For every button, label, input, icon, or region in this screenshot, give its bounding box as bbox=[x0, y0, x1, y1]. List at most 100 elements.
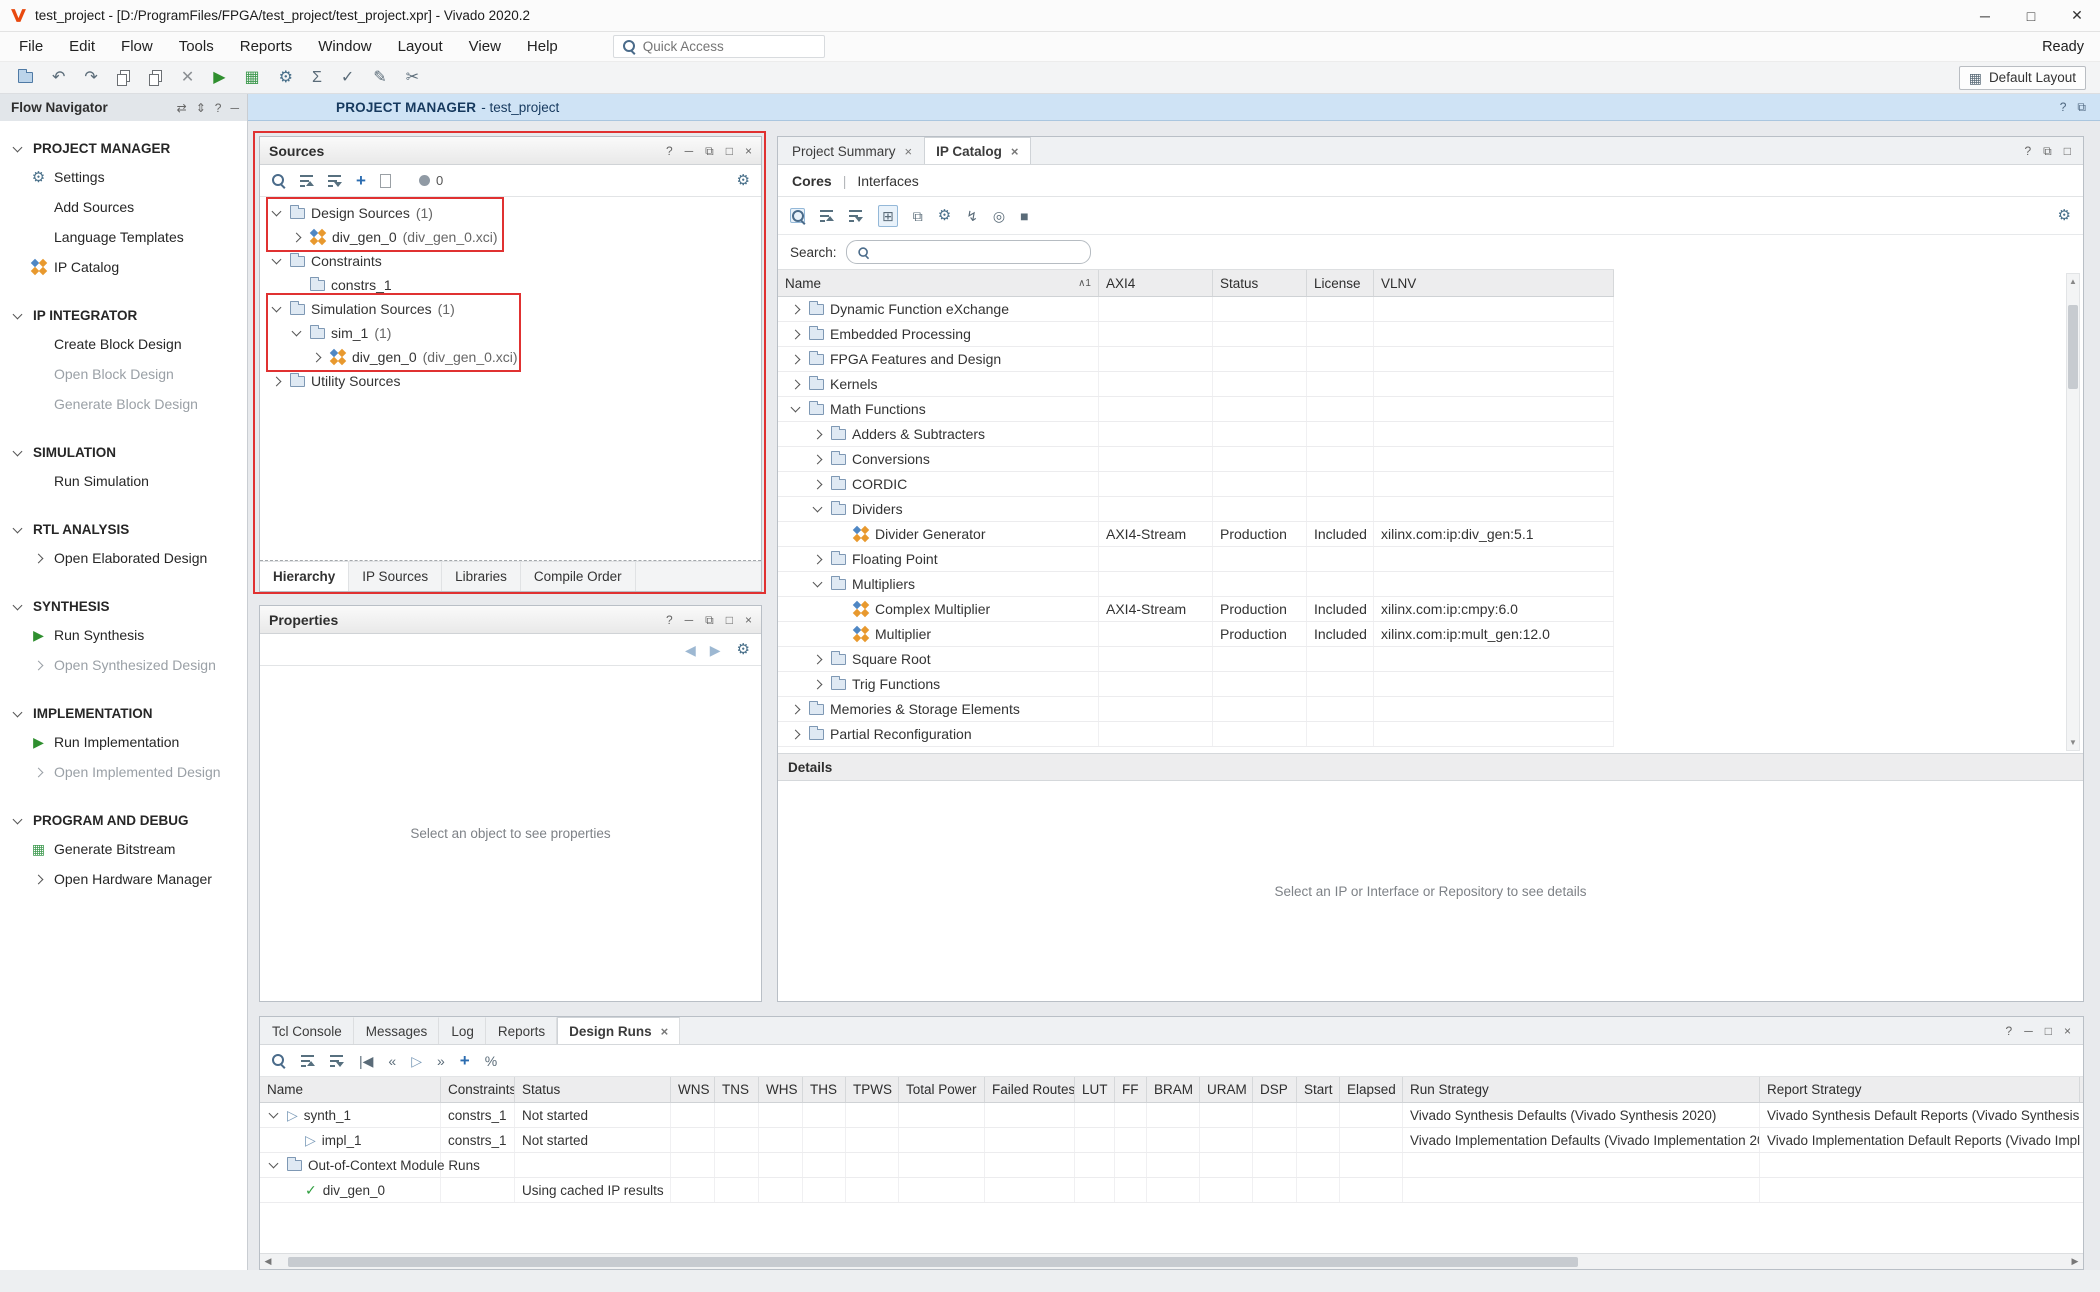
menu-window[interactable]: Window bbox=[305, 34, 384, 59]
float-icon[interactable]: ⧉ bbox=[2077, 101, 2086, 113]
column-header-name[interactable]: Name bbox=[260, 1077, 441, 1102]
step-forward-icon[interactable]: » bbox=[437, 1054, 445, 1068]
settings-icon[interactable]: ⚙ bbox=[279, 70, 293, 86]
maximize-icon[interactable]: □ bbox=[726, 145, 733, 157]
expand-icon[interactable] bbox=[788, 381, 803, 388]
tab-log[interactable]: Log bbox=[439, 1017, 486, 1044]
swap-icon[interactable]: ⇄ bbox=[177, 102, 187, 114]
scrollbar-thumb[interactable] bbox=[2068, 305, 2078, 389]
expand-icon[interactable] bbox=[810, 431, 825, 438]
minimize-button[interactable]: ─ bbox=[1962, 0, 2008, 31]
menu-tools[interactable]: Tools bbox=[166, 34, 227, 59]
column-header-whs[interactable]: WHS bbox=[759, 1077, 803, 1102]
maximize-icon[interactable]: □ bbox=[726, 614, 733, 626]
column-header-start[interactable]: Start bbox=[1297, 1077, 1340, 1102]
sources-tree-row-div-gen-0[interactable]: div_gen_0(div_gen_0.xci) bbox=[260, 225, 761, 249]
paste-icon[interactable] bbox=[149, 70, 162, 85]
menu-reports[interactable]: Reports bbox=[227, 34, 306, 59]
collapse-icon[interactable] bbox=[10, 528, 25, 532]
help-icon[interactable]: ? bbox=[2024, 145, 2031, 157]
expand-icon[interactable] bbox=[788, 356, 803, 363]
menu-layout[interactable]: Layout bbox=[385, 34, 456, 59]
menu-help[interactable]: Help bbox=[514, 34, 571, 59]
catalog-search-input[interactable] bbox=[877, 245, 1067, 260]
column-header-total-power[interactable]: Total Power bbox=[899, 1077, 985, 1102]
collapse-icon[interactable] bbox=[10, 314, 25, 318]
undo-icon[interactable]: ↶ bbox=[52, 70, 65, 86]
expand-icon[interactable] bbox=[788, 331, 803, 338]
flow-section-header-project-manager[interactable]: PROJECT MANAGER bbox=[0, 135, 247, 162]
catalog-row-square-root[interactable]: Square Root bbox=[778, 647, 1614, 672]
back-icon[interactable]: ◀ bbox=[685, 643, 696, 657]
quick-access-input[interactable] bbox=[643, 39, 793, 54]
delete-icon[interactable]: ✕ bbox=[181, 70, 194, 86]
run-row-out-of-context-module-runs[interactable]: Out-of-Context Module Runs bbox=[260, 1153, 2083, 1178]
flow-item-create-block-design[interactable]: Create Block Design bbox=[0, 329, 247, 359]
collapse-icon[interactable] bbox=[266, 1113, 281, 1117]
search-icon[interactable] bbox=[271, 173, 286, 188]
collapse-icon[interactable] bbox=[10, 451, 25, 455]
flow-item-open-hardware-manager[interactable]: Open Hardware Manager bbox=[0, 864, 247, 894]
run-icon[interactable]: ▶ bbox=[213, 70, 225, 86]
scroll-up-icon[interactable]: ▲ bbox=[2067, 274, 2079, 289]
tab-ip-catalog[interactable]: IP Catalog× bbox=[924, 137, 1030, 164]
sources-tree-row-constrs-1[interactable]: constrs_1 bbox=[260, 273, 761, 297]
plus-icon[interactable]: + bbox=[356, 172, 366, 189]
horizontal-scrollbar[interactable]: ◀ ▶ bbox=[260, 1253, 2083, 1269]
scroll-left-icon[interactable]: ◀ bbox=[260, 1256, 276, 1267]
collapse-icon[interactable] bbox=[810, 582, 825, 586]
bolt-icon[interactable]: ↯ bbox=[966, 209, 978, 223]
sources-tab-hierarchy[interactable]: Hierarchy bbox=[260, 562, 349, 591]
expand-icon[interactable] bbox=[309, 354, 324, 361]
catalog-row-conversions[interactable]: Conversions bbox=[778, 447, 1614, 472]
column-header-bram[interactable]: BRAM bbox=[1147, 1077, 1200, 1102]
maximize-button[interactable]: □ bbox=[2008, 0, 2054, 31]
help-icon[interactable]: ? bbox=[666, 614, 673, 626]
catalog-row-partial-reconfiguration[interactable]: Partial Reconfiguration bbox=[778, 722, 1614, 747]
expand-all-icon[interactable] bbox=[330, 1054, 344, 1067]
column-header-axi4[interactable]: AXI4 bbox=[1099, 270, 1213, 296]
validate-icon[interactable]: ✓ bbox=[341, 70, 354, 86]
expand-icon[interactable] bbox=[810, 556, 825, 563]
gear-icon[interactable]: ⚙ bbox=[737, 173, 750, 188]
expand-all-icon[interactable] bbox=[328, 174, 342, 187]
tab-reports[interactable]: Reports bbox=[486, 1017, 557, 1044]
expand-icon[interactable] bbox=[810, 681, 825, 688]
run-row-synth-1[interactable]: ▷synth_1constrs_1Not startedVivado Synth… bbox=[260, 1103, 2083, 1128]
flow-section-header-ip-integrator[interactable]: IP INTEGRATOR bbox=[0, 302, 247, 329]
catalog-row-memories-storage-elements[interactable]: Memories & Storage Elements bbox=[778, 697, 1614, 722]
collapse-icon[interactable] bbox=[10, 147, 25, 151]
collapse-icon[interactable] bbox=[269, 307, 284, 311]
collapse-icon[interactable] bbox=[269, 259, 284, 263]
gear-icon[interactable]: ⚙ bbox=[737, 642, 750, 657]
sources-tab-libraries[interactable]: Libraries bbox=[442, 562, 521, 591]
run-row-div-gen-0[interactable]: ✓div_gen_0Using cached IP results bbox=[260, 1178, 2083, 1203]
catalog-row-dividers[interactable]: Dividers bbox=[778, 497, 1614, 522]
catalog-row-fpga-features-and-design[interactable]: FPGA Features and Design bbox=[778, 347, 1614, 372]
cut-icon[interactable]: ✂ bbox=[406, 70, 419, 86]
expand-icon[interactable] bbox=[788, 306, 803, 313]
tab-design-runs[interactable]: Design Runs× bbox=[557, 1017, 680, 1044]
plus-icon[interactable]: + bbox=[460, 1052, 470, 1069]
search-icon[interactable] bbox=[790, 208, 805, 223]
close-tab-icon[interactable]: × bbox=[905, 144, 913, 159]
collapse-icon[interactable] bbox=[269, 211, 284, 215]
catalog-row-dynamic-function-exchange[interactable]: Dynamic Function eXchange bbox=[778, 297, 1614, 322]
flow-item-add-sources[interactable]: Add Sources bbox=[0, 192, 247, 222]
collapse-icon[interactable] bbox=[10, 819, 25, 823]
column-header-ths[interactable]: THS bbox=[803, 1077, 846, 1102]
catalog-row-kernels[interactable]: Kernels bbox=[778, 372, 1614, 397]
hierarchy-icon[interactable]: ⊞ bbox=[878, 205, 898, 227]
forward-icon[interactable]: ▶ bbox=[710, 643, 721, 657]
collapse-icon[interactable] bbox=[810, 507, 825, 511]
skip-start-icon[interactable]: |◀ bbox=[359, 1054, 373, 1068]
close-tab-icon[interactable]: × bbox=[1011, 144, 1019, 159]
column-header-run-strategy[interactable]: Run Strategy bbox=[1403, 1077, 1760, 1102]
catalog-row-divider-generator[interactable]: Divider GeneratorAXI4-StreamProductionIn… bbox=[778, 522, 1614, 547]
help-icon[interactable]: ? bbox=[2006, 1025, 2013, 1037]
column-header-ff[interactable]: FF bbox=[1115, 1077, 1147, 1102]
expand-icon[interactable] bbox=[788, 706, 803, 713]
collapse-icon[interactable] bbox=[289, 331, 304, 335]
sources-tree-row-simulation-sources[interactable]: Simulation Sources(1) bbox=[260, 297, 761, 321]
scrollbar-thumb[interactable] bbox=[288, 1257, 1578, 1267]
